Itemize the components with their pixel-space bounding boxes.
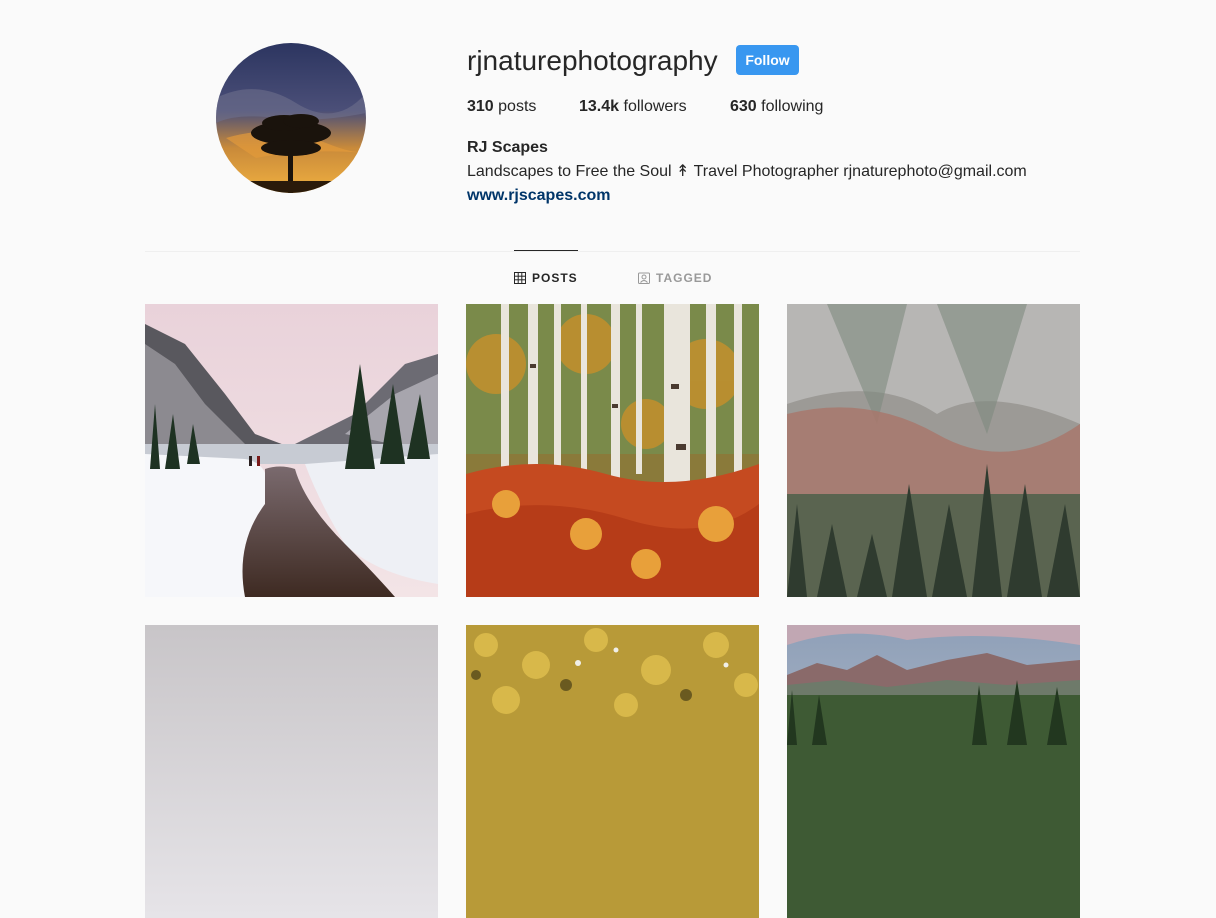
follow-button[interactable]: Follow	[736, 45, 799, 75]
tagged-icon	[638, 272, 650, 284]
posts-count: 310	[467, 98, 494, 115]
tab-posts[interactable]: POSTS	[514, 270, 578, 286]
post-thumbnail-mountain-valley[interactable]	[787, 625, 1080, 918]
post-thumbnail-foggy[interactable]	[145, 625, 438, 918]
following-count: 630	[730, 98, 757, 115]
profile-header: rjnaturephotography Follow 310 posts 13.…	[0, 0, 1216, 250]
tab-tagged[interactable]: TAGGED	[638, 270, 712, 286]
tabs-divider	[145, 251, 1080, 252]
followers-label: followers	[623, 98, 687, 115]
followers-stat[interactable]: 13.4k followers	[579, 97, 687, 117]
posts-count-stat[interactable]: 310 posts	[467, 97, 536, 117]
tab-tagged-label: TAGGED	[656, 271, 713, 285]
profile-username: rjnaturephotography	[467, 45, 718, 76]
tab-posts-label: POSTS	[532, 271, 578, 285]
followers-count: 13.4k	[579, 98, 620, 115]
post-thumbnail-aspen-forest[interactable]	[466, 304, 759, 597]
post-thumbnail-misty-mountain[interactable]	[787, 304, 1080, 597]
profile-bio: Landscapes to Free the Soul ↟ Travel Pho…	[467, 163, 1027, 180]
profile-full-name: RJ Scapes	[467, 139, 548, 156]
profile-avatar[interactable]	[216, 43, 366, 193]
profile-website-link[interactable]: www.rjscapes.com	[467, 186, 610, 206]
post-thumbnail-winter-lake[interactable]	[145, 304, 438, 597]
posts-label: posts	[498, 98, 537, 115]
grid-icon	[514, 272, 526, 284]
following-stat[interactable]: 630 following	[730, 97, 823, 117]
following-label: following	[761, 98, 824, 115]
post-thumbnail-golden-leaves[interactable]	[466, 625, 759, 918]
active-tab-indicator	[514, 250, 578, 251]
